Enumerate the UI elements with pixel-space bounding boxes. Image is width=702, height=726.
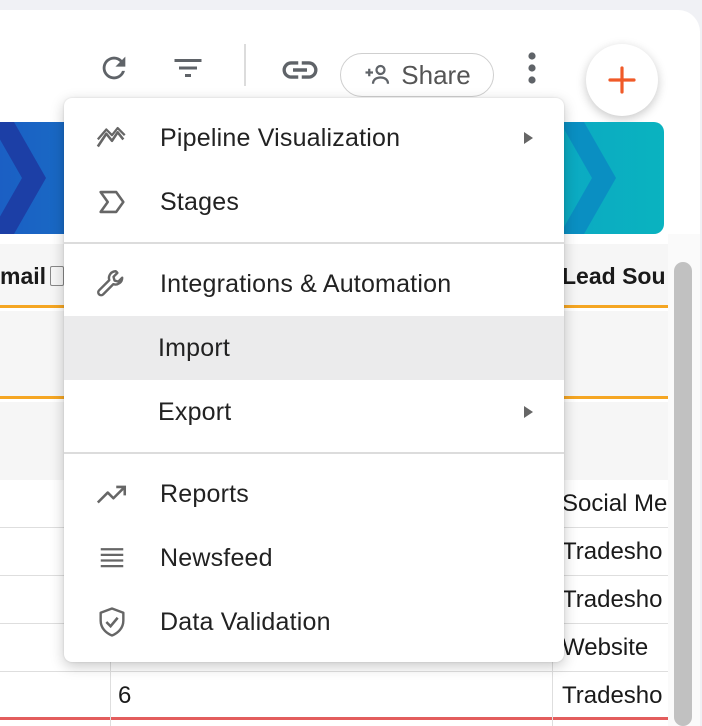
stages-icon <box>92 182 132 222</box>
menu-item-import[interactable]: Import <box>64 316 564 380</box>
toolbar-separator <box>244 44 246 86</box>
scrollbar-thumb[interactable] <box>674 262 692 726</box>
shield-check-icon <box>92 602 132 642</box>
cell-lead-source[interactable]: Tradesho <box>562 528 668 576</box>
cell-lead-source[interactable]: Tradesho <box>562 576 668 624</box>
menu-divider <box>64 452 564 454</box>
wrench-icon <box>92 264 132 304</box>
menu-item-export[interactable]: Export <box>64 380 564 444</box>
pipeline-stage-chevron <box>0 122 46 234</box>
refresh-icon[interactable] <box>94 48 134 88</box>
menu-item-label: Import <box>158 333 231 362</box>
cell-lead-source[interactable]: Website <box>562 624 668 672</box>
menu-item-stages[interactable]: Stages <box>64 170 564 234</box>
link-icon[interactable] <box>278 48 322 92</box>
cell-lead-source[interactable]: Tradesho <box>562 672 668 720</box>
pipeline-stage-chevron <box>560 122 616 234</box>
plus-icon <box>606 64 638 96</box>
menu-item-label: Reports <box>160 479 249 508</box>
share-label: Share <box>401 59 471 90</box>
submenu-arrow-icon <box>524 132 533 144</box>
column-header-lead-source[interactable]: Lead Sou <box>562 244 668 308</box>
pipeline-icon <box>92 118 132 158</box>
filter-icon[interactable] <box>168 48 208 88</box>
cell-number[interactable]: 6 <box>118 672 198 720</box>
add-button[interactable] <box>586 44 658 116</box>
submenu-arrow-icon <box>524 406 533 418</box>
menu-item-label: Newsfeed <box>160 543 273 572</box>
menu-item-label: Pipeline Visualization <box>160 123 401 152</box>
column-type-icon <box>50 266 65 286</box>
menu-divider <box>64 242 564 244</box>
menu-item-data-validation[interactable]: Data Validation <box>64 590 564 654</box>
trending-up-icon <box>92 474 132 514</box>
add-person-icon <box>363 60 393 90</box>
menu-item-label: Integrations & Automation <box>160 269 452 298</box>
menu-item-reports[interactable]: Reports <box>64 462 564 526</box>
cell-lead-source[interactable]: Social Me <box>562 480 668 528</box>
more-actions-menu: Pipeline Visualization Stages Integratio… <box>64 98 564 662</box>
menu-item-label: Data Validation <box>160 607 331 636</box>
menu-item-label: Stages <box>160 187 240 216</box>
menu-item-newsfeed[interactable]: Newsfeed <box>64 526 564 590</box>
menu-item-integrations-automation[interactable]: Integrations & Automation <box>64 252 564 316</box>
more-vert-icon[interactable] <box>516 46 548 90</box>
table-row[interactable]: 6 Tradesho <box>0 672 668 720</box>
share-button[interactable]: Share <box>340 53 494 97</box>
list-lines-icon <box>92 538 132 578</box>
menu-item-label: Export <box>158 397 232 426</box>
menu-item-pipeline-visualization[interactable]: Pipeline Visualization <box>64 106 564 170</box>
